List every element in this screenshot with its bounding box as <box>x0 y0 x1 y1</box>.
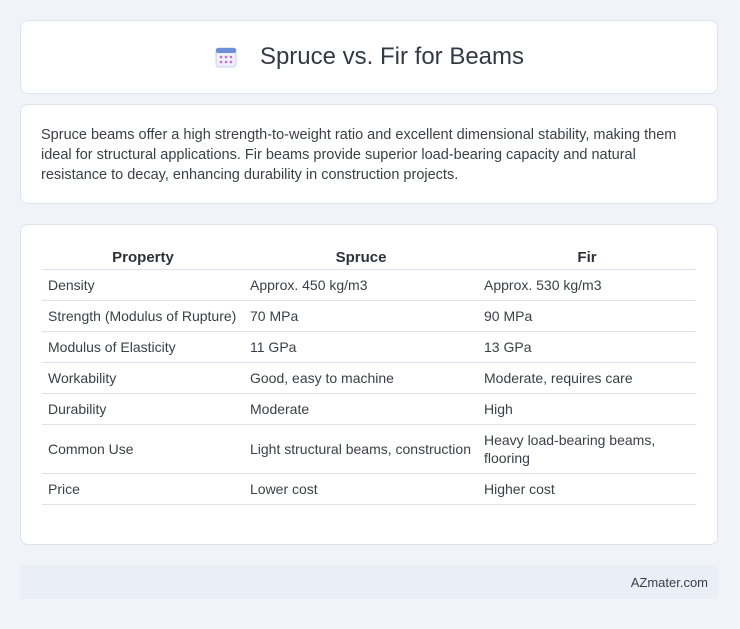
table-cell: Modulus of Elasticity <box>42 332 244 363</box>
table-header-row: Property Spruce Fir <box>42 245 696 270</box>
calendar-icon <box>214 45 238 69</box>
table-cell: Moderate, requires care <box>478 363 696 394</box>
column-header-property: Property <box>42 245 244 270</box>
comparison-table-card: Property Spruce Fir Density Approx. 450 … <box>20 224 718 545</box>
table-row: Price Lower cost Higher cost <box>42 474 696 505</box>
table-cell: 11 GPa <box>244 332 478 363</box>
table-row: Common Use Light structural beams, const… <box>42 425 696 474</box>
table-cell: 13 GPa <box>478 332 696 363</box>
table-cell: Strength (Modulus of Rupture) <box>42 301 244 332</box>
table-cell: Light structural beams, construction <box>244 425 478 474</box>
table-cell: 90 MPa <box>478 301 696 332</box>
table-cell: 70 MPa <box>244 301 478 332</box>
intro-card: Spruce beams offer a high strength-to-we… <box>20 104 718 204</box>
table-cell: Density <box>42 270 244 301</box>
table-cell: Approx. 530 kg/m3 <box>478 270 696 301</box>
footer: AZmater.com <box>20 565 718 599</box>
column-header-spruce: Spruce <box>244 245 478 270</box>
table-cell: Common Use <box>42 425 244 474</box>
table-cell: Good, easy to machine <box>244 363 478 394</box>
table-cell: Moderate <box>244 394 478 425</box>
table-row: Strength (Modulus of Rupture) 70 MPa 90 … <box>42 301 696 332</box>
table-row: Density Approx. 450 kg/m3 Approx. 530 kg… <box>42 270 696 301</box>
page-title: Spruce vs. Fir for Beams <box>259 43 525 70</box>
title-card: Spruce vs. Fir for Beams <box>20 20 718 94</box>
table-cell: Lower cost <box>244 474 478 505</box>
column-header-fir: Fir <box>478 245 696 270</box>
table-cell: Price <box>42 474 244 505</box>
comparison-table: Property Spruce Fir Density Approx. 450 … <box>42 245 696 505</box>
table-row: Workability Good, easy to machine Modera… <box>42 363 696 394</box>
footer-site-name: AZmater.com <box>630 574 708 590</box>
table-row: Modulus of Elasticity 11 GPa 13 GPa <box>42 332 696 363</box>
intro-paragraph: Spruce beams offer a high strength-to-we… <box>41 127 677 183</box>
table-cell: Approx. 450 kg/m3 <box>244 270 478 301</box>
table-cell: Durability <box>42 394 244 425</box>
table-row: Durability Moderate High <box>42 394 696 425</box>
table-cell: Workability <box>42 363 244 394</box>
table-cell: Heavy load-bearing beams, flooring <box>478 425 696 474</box>
table-cell: Higher cost <box>478 474 696 505</box>
table-cell: High <box>478 394 696 425</box>
